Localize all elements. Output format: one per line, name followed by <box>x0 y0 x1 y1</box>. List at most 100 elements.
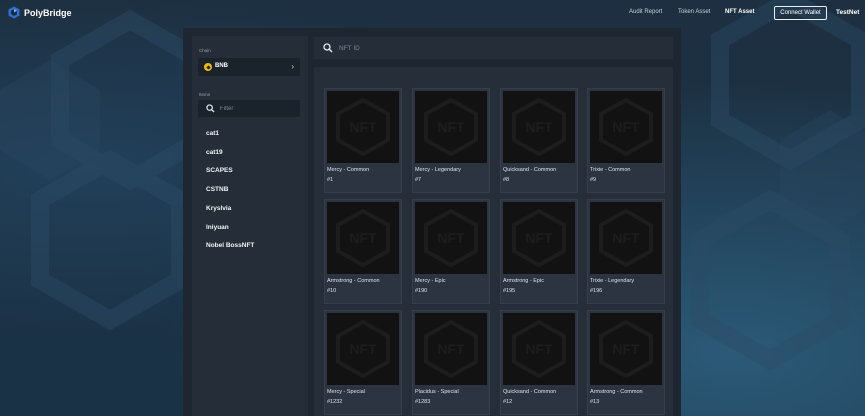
nft-image: NFT <box>503 313 575 385</box>
nft-placeholder-icon: NFT <box>424 208 478 268</box>
sidebar-item-lniyuan[interactable]: lniyuan <box>206 224 229 231</box>
filter-input[interactable] <box>220 103 296 114</box>
nft-card[interactable]: NFT Quicksand - Common #12 <box>500 310 578 415</box>
nft-name: Placidus - Special <box>415 389 459 395</box>
nft-id: #1283 <box>415 399 431 405</box>
chain-selector[interactable]: BNB › <box>198 58 300 76</box>
nft-id: #1232 <box>327 399 343 405</box>
nav-token-asset[interactable]: Token Asset <box>678 9 710 15</box>
svg-text:NFT: NFT <box>349 341 377 357</box>
nft-name: Armstrong - Common <box>327 278 380 284</box>
nft-placeholder-icon: NFT <box>336 319 390 379</box>
nft-id: #13 <box>590 399 600 405</box>
filter-box <box>198 100 300 117</box>
nft-name: Quicksand - Common <box>503 167 557 173</box>
nft-placeholder-icon: NFT <box>599 97 653 157</box>
nft-placeholder-icon: NFT <box>512 208 566 268</box>
svg-text:NFT: NFT <box>525 341 553 357</box>
nft-placeholder-icon: NFT <box>512 319 566 379</box>
nft-name: Mercy - Epic <box>415 278 446 284</box>
nft-name: Trixie - Common <box>590 167 631 173</box>
chain-label: Chain <box>199 48 211 53</box>
nft-placeholder-icon: NFT <box>424 97 478 157</box>
nft-card[interactable]: NFT Mercy - Special #1232 <box>324 310 402 415</box>
nft-image: NFT <box>415 202 487 274</box>
nft-card[interactable]: NFT Quicksand - Common #8 <box>500 88 578 193</box>
search-icon <box>206 104 215 113</box>
sidebar-item-cat1[interactable]: cat1 <box>206 130 219 137</box>
nav-nft-asset[interactable]: NFT Asset <box>725 9 754 15</box>
brand-logo[interactable]: PolyBridge <box>8 6 72 19</box>
svg-text:NFT: NFT <box>349 119 377 135</box>
svg-text:NFT: NFT <box>437 341 465 357</box>
nft-image: NFT <box>590 202 662 274</box>
nft-id: #196 <box>590 288 603 294</box>
nft-image: NFT <box>415 91 487 163</box>
nft-card[interactable]: NFT Armstrong - Common #10 <box>324 199 402 304</box>
brand-name: PolyBridge <box>24 7 72 18</box>
sidebar-item-kryslvia[interactable]: Kryslvia <box>206 205 231 212</box>
nft-name: Armstrong - Common <box>590 389 643 395</box>
chain-value: BNB <box>215 63 228 69</box>
nft-name: Trixie - Legendary <box>590 278 635 284</box>
nft-image: NFT <box>503 202 575 274</box>
nft-card[interactable]: NFT Mercy - Legendary #7 <box>412 88 490 193</box>
sidebar-item-nobel-bossnft[interactable]: Nobel BossNFT <box>206 242 254 249</box>
svg-text:NFT: NFT <box>437 119 465 135</box>
polybridge-logo-icon <box>8 6 20 19</box>
nft-card[interactable]: NFT Armstrong - Common #13 <box>587 310 665 415</box>
nft-card[interactable]: NFT Trixie - Legendary #196 <box>587 199 665 304</box>
nft-name: Quicksand - Common <box>503 389 557 395</box>
network-selector[interactable]: TestNet <box>836 9 859 16</box>
nft-image: NFT <box>590 313 662 385</box>
nft-id: #8 <box>503 177 510 183</box>
bnb-coin-icon <box>204 63 212 71</box>
nft-id: #9 <box>590 177 597 183</box>
chevron-right-icon: › <box>291 62 294 71</box>
nft-image: NFT <box>327 91 399 163</box>
nft-name: Mercy - Special <box>327 389 365 395</box>
svg-text:NFT: NFT <box>612 230 640 246</box>
nft-name: Armstrong - Epic <box>503 278 544 284</box>
sidebar-item-scapes[interactable]: SCAPES <box>206 167 233 174</box>
nft-id: #7 <box>415 177 422 183</box>
nft-id: #190 <box>415 288 428 294</box>
nft-image: NFT <box>503 91 575 163</box>
nft-grid: NFT Mercy - Common #1 NFT Mercy - Legend… <box>314 67 673 416</box>
nft-name: Mercy - Legendary <box>415 167 461 173</box>
connect-wallet-button[interactable]: Connect Wallet <box>774 6 827 20</box>
nft-search-bar <box>314 37 673 59</box>
nft-placeholder-icon: NFT <box>599 208 653 268</box>
nft-card[interactable]: NFT Placidus - Special #1283 <box>412 310 490 415</box>
top-nav-bar: PolyBridge Audit Report Token Asset NFT … <box>0 0 865 26</box>
svg-text:NFT: NFT <box>349 230 377 246</box>
nft-image: NFT <box>327 202 399 274</box>
nft-placeholder-icon: NFT <box>424 319 478 379</box>
nft-image: NFT <box>327 313 399 385</box>
nav-audit-report[interactable]: Audit Report <box>629 9 662 15</box>
search-icon <box>323 43 333 53</box>
items-label: Items <box>199 92 211 97</box>
nft-placeholder-icon: NFT <box>336 97 390 157</box>
svg-text:NFT: NFT <box>525 230 553 246</box>
nft-id: #12 <box>503 399 513 405</box>
nft-card[interactable]: NFT Mercy - Common #1 <box>324 88 402 193</box>
svg-text:NFT: NFT <box>525 119 553 135</box>
nft-placeholder-icon: NFT <box>512 97 566 157</box>
nft-card[interactable]: NFT Mercy - Epic #190 <box>412 199 490 304</box>
nft-id: #10 <box>327 288 337 294</box>
nft-image: NFT <box>590 91 662 163</box>
nft-card[interactable]: NFT Armstrong - Epic #195 <box>500 199 578 304</box>
nft-placeholder-icon: NFT <box>599 319 653 379</box>
sidebar-item-cstnb[interactable]: CSTNB <box>206 186 228 193</box>
nft-id: #195 <box>503 288 516 294</box>
nft-name: Mercy - Common <box>327 167 370 173</box>
nft-id-search-input[interactable] <box>339 42 659 54</box>
svg-text:NFT: NFT <box>612 341 640 357</box>
nft-card[interactable]: NFT Trixie - Common #9 <box>587 88 665 193</box>
nft-id: #1 <box>327 177 334 183</box>
nft-placeholder-icon: NFT <box>336 208 390 268</box>
nft-image: NFT <box>415 313 487 385</box>
sidebar-item-cat19[interactable]: cat19 <box>206 149 223 156</box>
svg-text:NFT: NFT <box>612 119 640 135</box>
